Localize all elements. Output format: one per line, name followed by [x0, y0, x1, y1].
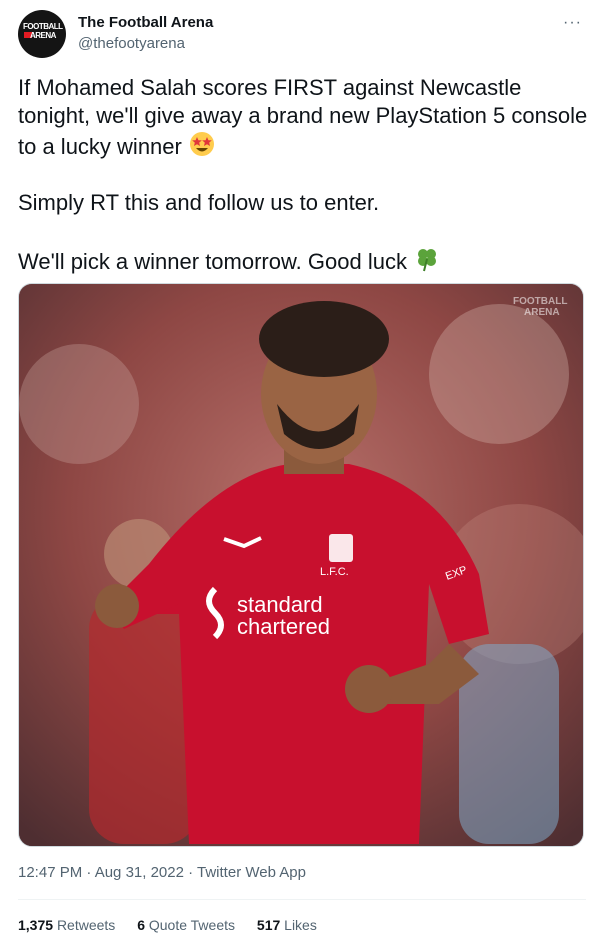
watermark-line-1: FOOTBALL	[513, 296, 567, 307]
avatar-text-1: FOOTBALL	[23, 22, 63, 31]
user-handle[interactable]: @thefootyarena	[78, 35, 185, 52]
display-name[interactable]: The Football Arena	[78, 14, 213, 31]
sponsor-line-2: chartered	[237, 614, 330, 639]
tweet-paragraph-1: If Mohamed Salah scores FIRST against Ne…	[18, 74, 588, 161]
tweet-text: If Mohamed Salah scores FIRST against Ne…	[18, 74, 588, 276]
divider	[18, 899, 586, 900]
avatar-text-2: ARENA	[30, 31, 56, 40]
avatar[interactable]: FOOTBALL ARENA	[18, 10, 66, 58]
tweet-paragraph-3: We'll pick a winner tomorrow. Good luck	[18, 245, 588, 276]
tweet-photo[interactable]: L.F.C. standard chartered EXP FOOTBALL A…	[18, 283, 584, 847]
likes-label: Likes	[284, 917, 317, 933]
retweets-stat[interactable]: 1,375 Retweets	[18, 917, 115, 933]
quotes-label: Quote Tweets	[148, 917, 236, 933]
retweets-label: Retweets	[56, 917, 116, 933]
quote-tweets-stat[interactable]: 6 Quote Tweets	[137, 917, 235, 933]
tweet-stats: 1,375 Retweets 6 Quote Tweets 517 Likes	[18, 917, 335, 933]
quotes-count: 6	[137, 917, 145, 933]
star-struck-emoji	[189, 132, 214, 156]
more-options-icon[interactable]: ···	[563, 14, 582, 32]
tweet-line-2: Simply RT this and follow us to enter.	[18, 190, 380, 215]
tweet-line-1: If Mohamed Salah scores FIRST against Ne…	[18, 75, 588, 159]
tweet-header: FOOTBALL ARENA The Football Arena @thefo…	[18, 10, 586, 60]
likes-count: 517	[256, 917, 281, 933]
crest-text: L.F.C.	[320, 566, 349, 578]
likes-stat[interactable]: 517 Likes	[257, 917, 317, 933]
player-photo-illustration: L.F.C. standard chartered EXP FOOTBALL A…	[19, 284, 583, 846]
four-leaf-clover-emoji	[418, 249, 437, 272]
tweet-timestamp[interactable]: 12:47 PM · Aug 31, 2022 · Twitter Web Ap…	[18, 864, 306, 881]
tweet-line-3: We'll pick a winner tomorrow. Good luck	[18, 249, 407, 274]
watermark-line-2: ARENA	[524, 307, 560, 318]
retweets-count: 1,375	[18, 917, 54, 933]
